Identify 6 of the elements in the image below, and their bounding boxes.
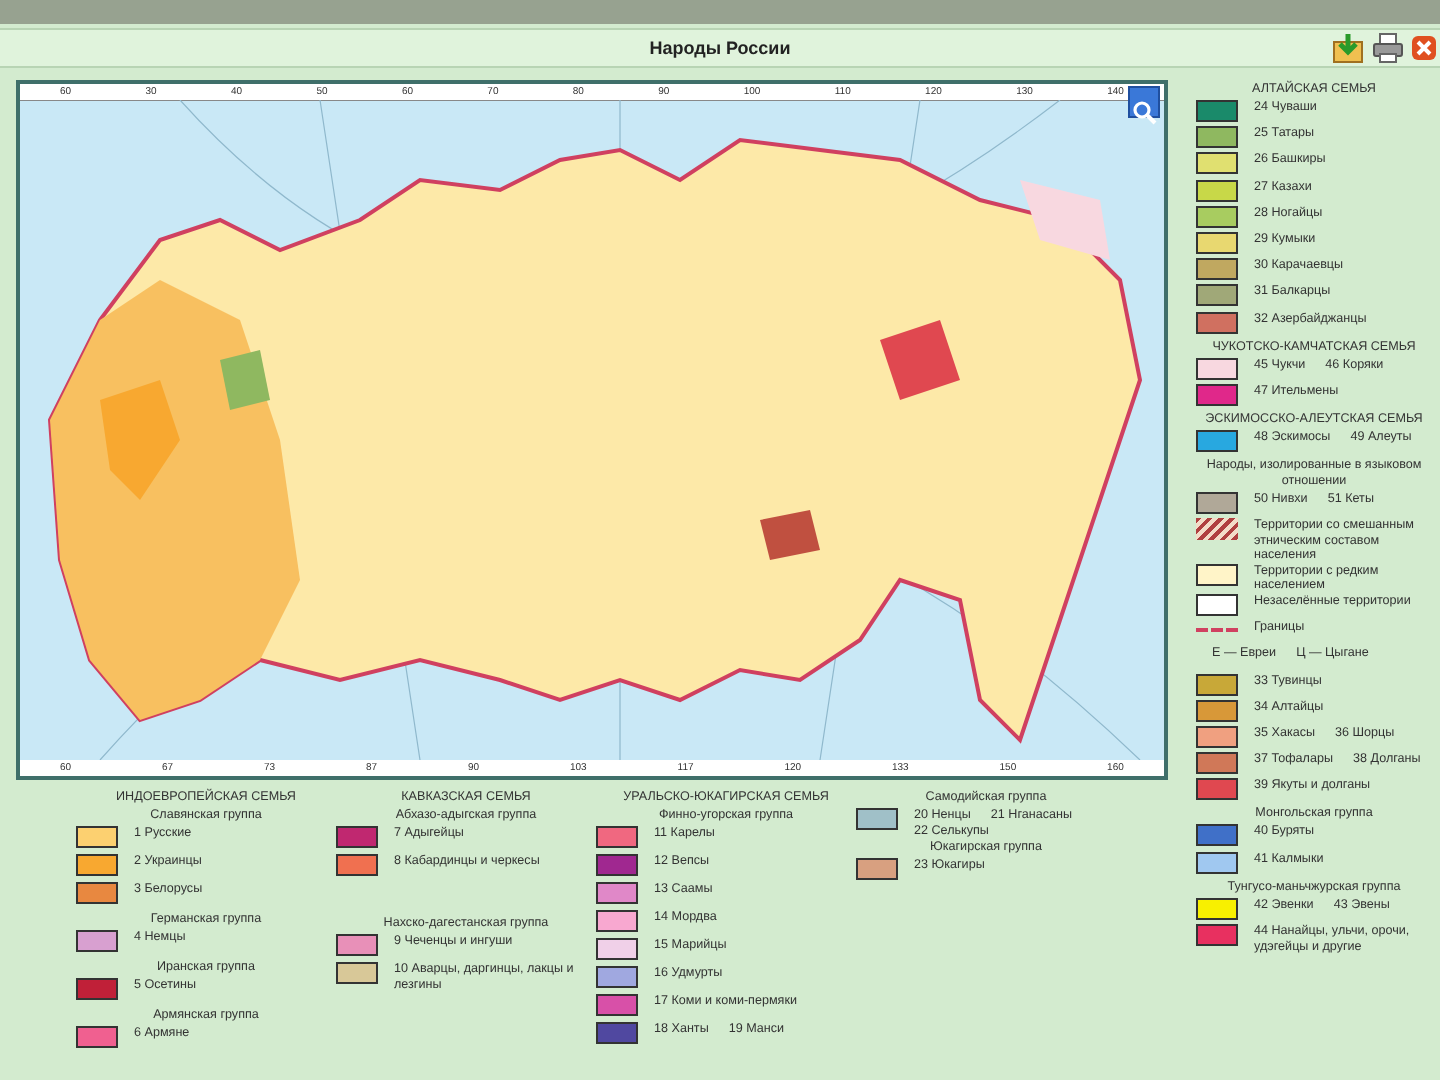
close-icon[interactable] (1412, 32, 1436, 64)
download-icon[interactable] (1332, 32, 1364, 64)
border-line-sample (1196, 628, 1238, 633)
print-icon[interactable] (1372, 32, 1404, 64)
hatch-swatch (1196, 518, 1238, 541)
window-title: Народы России (649, 36, 791, 62)
